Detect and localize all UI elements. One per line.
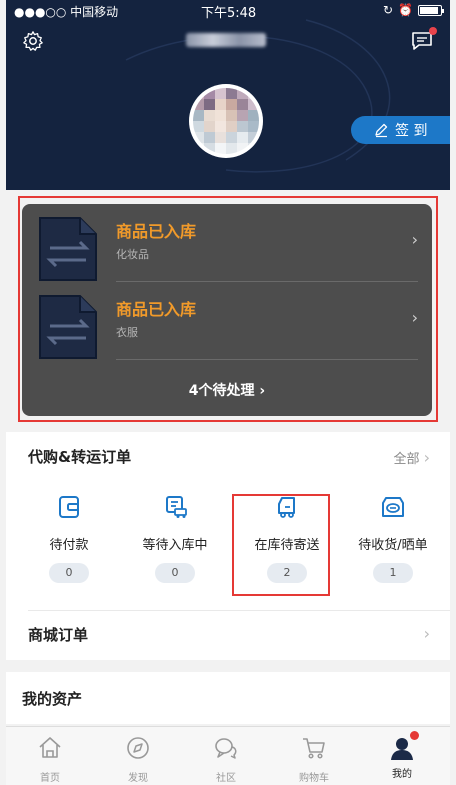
- notification-dot: [410, 731, 419, 740]
- avatar-image: [193, 88, 259, 154]
- status-bar: ●●●○○ 中国移动 下午5:48 ↻ ⏰: [6, 0, 450, 21]
- orders-section: 代购&转运订单 全部 › 待付款 0 等待入库中 0 在库待寄送 2 待收货/晒…: [6, 432, 450, 660]
- chevron-right-icon: ›: [411, 230, 418, 249]
- notice-item[interactable]: 商品已入库 化妆品 ›: [22, 204, 432, 281]
- document-transfer-icon: [39, 217, 97, 281]
- pencil-icon: [375, 123, 388, 138]
- notice-card: 商品已入库 化妆品 › 商品已入库 衣服 › 4个待处理 ›: [22, 204, 432, 416]
- avatar[interactable]: [189, 84, 263, 158]
- order-status-count: 1: [373, 563, 413, 583]
- truck-list-icon: [166, 496, 187, 518]
- signin-button[interactable]: 签 到: [351, 116, 450, 144]
- document-transfer-icon: [39, 295, 97, 359]
- orders-divider: [28, 610, 450, 611]
- assets-title: 我的资产: [22, 690, 83, 708]
- mall-orders-row[interactable]: 商城订单: [28, 624, 88, 645]
- profile-tab-icon-wrap: [389, 731, 419, 761]
- tab-community[interactable]: 社区: [196, 735, 256, 784]
- tab-discover[interactable]: 发现: [108, 735, 168, 784]
- order-status-count: 0: [49, 563, 89, 583]
- order-status-awaiting-receipt[interactable]: 待收货/晒单 1: [340, 494, 446, 583]
- order-highlight-box: [232, 494, 330, 596]
- carrier-label: ●●●○○ 中国移动: [14, 5, 119, 19]
- cart-icon: [303, 738, 325, 759]
- tab-label: 社区: [216, 773, 236, 784]
- compass-icon: [127, 737, 149, 759]
- chevron-right-icon: ›: [423, 624, 430, 643]
- chevron-right-icon: ›: [411, 308, 418, 327]
- tab-label: 发现: [128, 773, 148, 784]
- tab-cart[interactable]: 购物车: [284, 735, 344, 784]
- wallet-icon: [59, 496, 79, 518]
- package-icon: [382, 497, 404, 517]
- orders-all-link[interactable]: 全部 ›: [393, 448, 430, 467]
- pending-count-button[interactable]: 4个待处理 ›: [22, 380, 432, 400]
- messages-button[interactable]: [410, 27, 437, 52]
- tab-label: 购物车: [299, 773, 329, 784]
- tab-label: 首页: [40, 773, 60, 784]
- rotation-lock-icon: ↻: [382, 3, 394, 17]
- battery-icon: [418, 4, 444, 16]
- order-status-label: 待付款: [49, 538, 89, 553]
- gear-icon[interactable]: [22, 30, 44, 52]
- username: █████: [186, 33, 266, 47]
- assets-section[interactable]: 我的资产: [6, 672, 450, 724]
- tab-profile[interactable]: 我的: [372, 731, 432, 780]
- unread-dot: [429, 27, 437, 35]
- order-status-pending-payment[interactable]: 待付款 0: [16, 494, 122, 583]
- home-icon: [39, 737, 61, 758]
- tab-bar: 首页 发现 社区 购物车 我的: [6, 726, 450, 785]
- tab-home[interactable]: 首页: [20, 735, 80, 784]
- profile-header: ●●●○○ 中国移动 下午5:48 ↻ ⏰ █████: [6, 0, 450, 190]
- community-icon: [215, 738, 237, 759]
- tab-label: 我的: [392, 769, 412, 780]
- notice-item[interactable]: 商品已入库 衣服 ›: [22, 282, 432, 359]
- notice-title: 商品已入库: [116, 300, 197, 319]
- notice-divider: [116, 359, 418, 360]
- alarm-icon: ⏰: [398, 3, 413, 17]
- app-screen: ●●●○○ 中国移动 下午5:48 ↻ ⏰ █████: [6, 0, 450, 785]
- notice-subtitle: 衣服: [116, 326, 138, 339]
- notice-title: 商品已入库: [116, 222, 197, 241]
- order-status-label: 待收货/晒单: [358, 538, 428, 553]
- status-icons: ↻ ⏰: [382, 3, 444, 17]
- chevron-right-icon: ›: [423, 448, 430, 467]
- order-status-awaiting-warehouse[interactable]: 等待入库中 0: [122, 494, 228, 583]
- orders-all-label: 全部: [393, 452, 420, 467]
- notice-subtitle: 化妆品: [116, 248, 149, 261]
- signin-label: 签 到: [395, 123, 428, 139]
- clock: 下午5:48: [201, 6, 257, 21]
- order-status-label: 等待入库中: [142, 538, 208, 553]
- order-status-count: 0: [155, 563, 195, 583]
- orders-title: 代购&转运订单: [28, 448, 132, 466]
